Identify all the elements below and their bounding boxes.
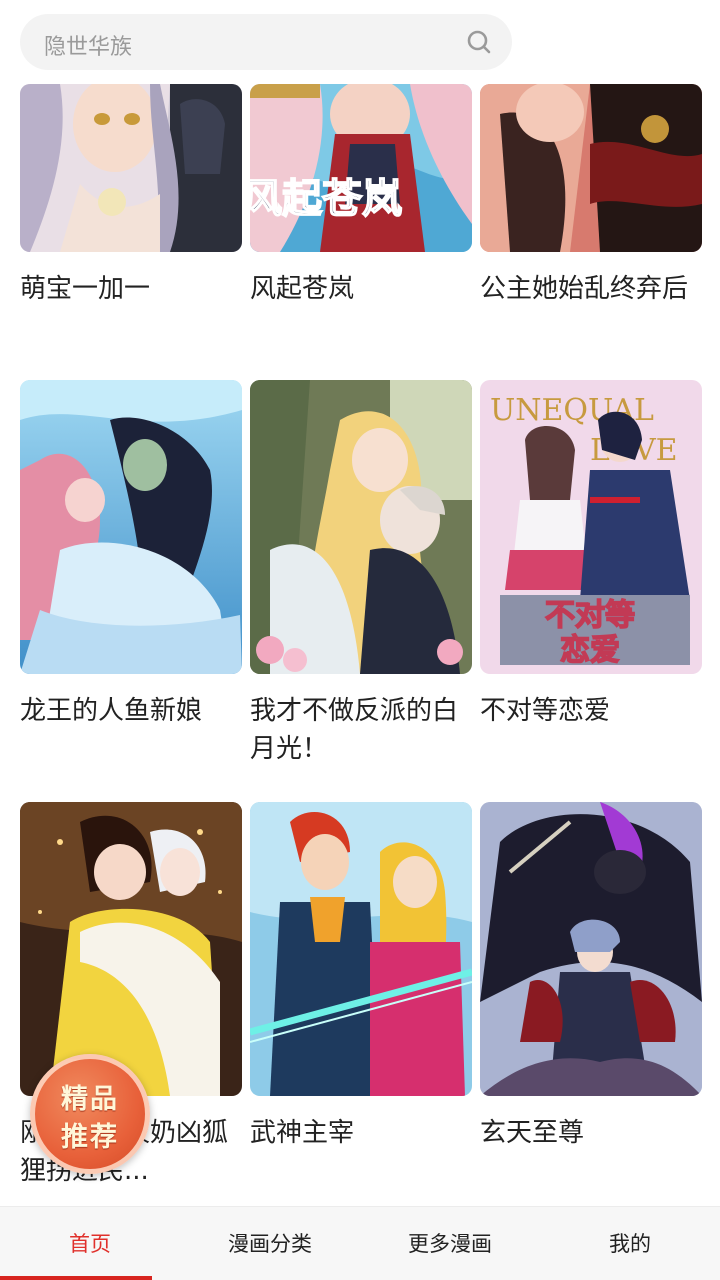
comic-cover[interactable] — [250, 802, 472, 1096]
cover-art — [480, 802, 702, 1096]
tab-profile[interactable]: 我的 — [540, 1207, 720, 1280]
comic-cover[interactable] — [20, 84, 242, 252]
tab-more-comics[interactable]: 更多漫画 — [360, 1207, 540, 1280]
comic-title[interactable]: 萌宝一加一 — [20, 270, 242, 308]
comic-title[interactable]: 武神主宰 — [250, 1114, 472, 1152]
comic-cover[interactable] — [480, 802, 702, 1096]
cover-art — [20, 84, 242, 252]
cover-title-text: 不对等 — [545, 598, 635, 633]
comic-cover[interactable] — [20, 380, 242, 674]
comic-cover[interactable]: 风起苍岚 — [250, 84, 472, 252]
search-placeholder: 隐世华族 — [44, 35, 133, 60]
tab-categories[interactable]: 漫画分类 — [180, 1207, 360, 1280]
search-header: 隐世华族 — [0, 0, 720, 84]
featured-recommend-badge[interactable]: 精品 推荐 — [30, 1054, 150, 1174]
comic-title[interactable]: 玄天至尊 — [480, 1114, 702, 1152]
comic-cover[interactable] — [480, 84, 702, 252]
comic-cover[interactable]: UNEQUAL LOVE 不对等 恋爱 — [480, 380, 702, 674]
cover-art — [250, 380, 472, 674]
active-tab-indicator — [0, 1276, 152, 1280]
cover-art — [20, 380, 242, 674]
search-input[interactable]: 隐世华族 — [20, 14, 512, 70]
comic-title[interactable]: 我才不做反派的白月光！ — [250, 692, 472, 768]
tab-home[interactable]: 首页 — [0, 1207, 180, 1280]
tab-more-comics-label: 更多漫画 — [408, 1232, 492, 1256]
tab-profile-label: 我的 — [609, 1232, 651, 1256]
badge-line2: 推荐 — [61, 1122, 119, 1153]
cover-art — [480, 84, 702, 252]
cover-art: 风起苍岚 — [250, 84, 472, 252]
comic-title[interactable]: 不对等恋爱 — [480, 692, 702, 730]
comic-cover[interactable] — [20, 802, 242, 1096]
cover-title-text: 风起苍岚 — [250, 176, 402, 222]
comic-title[interactable]: 龙王的人鱼新娘 — [20, 692, 242, 730]
comic-title[interactable]: 风起苍岚 — [250, 270, 472, 308]
tab-categories-label: 漫画分类 — [228, 1232, 312, 1256]
badge-line1: 精品 — [61, 1084, 119, 1115]
search-icon[interactable] — [466, 29, 492, 55]
cover-art — [250, 802, 472, 1096]
comic-grid: 萌宝一加一 风起苍岚 风起苍岚 公主她始乱终弃后 龙王的人鱼新娘 我才不做反派的… — [0, 84, 720, 1206]
cover-art — [20, 802, 242, 1096]
cover-title-text: 恋爱 — [560, 633, 620, 668]
comic-title[interactable]: 公主她始乱终弃后 — [480, 270, 702, 308]
cover-art: UNEQUAL LOVE 不对等 恋爱 — [480, 380, 702, 674]
tab-home-label: 首页 — [69, 1232, 111, 1256]
comic-cover[interactable] — [250, 380, 472, 674]
bottom-tab-bar: 首页 漫画分类 更多漫画 我的 — [0, 1206, 720, 1280]
